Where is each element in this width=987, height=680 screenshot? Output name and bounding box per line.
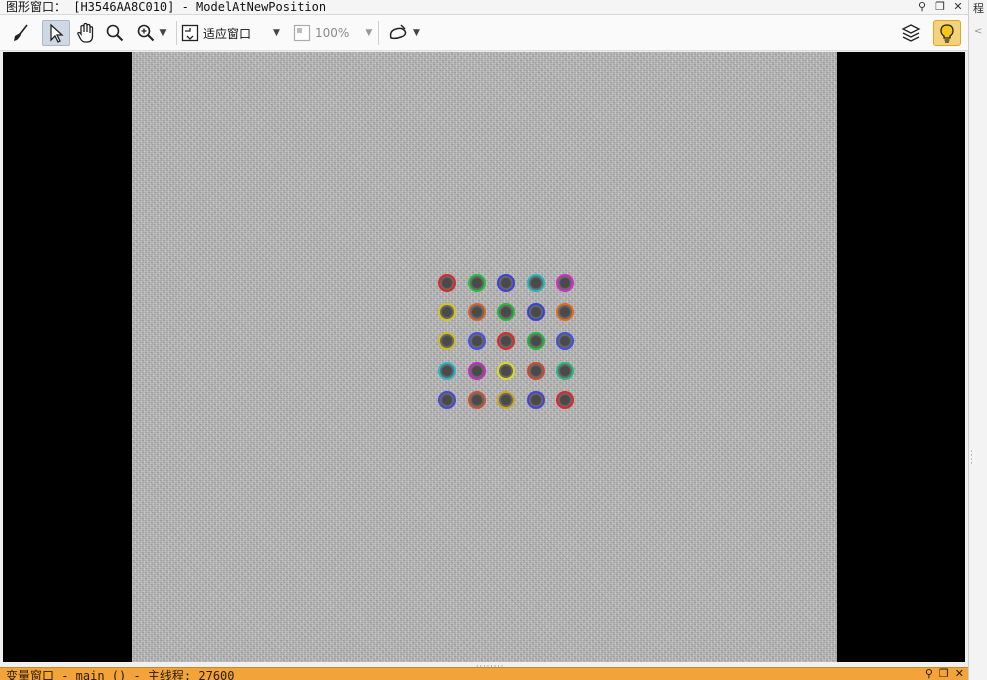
calibration-mark [526, 332, 545, 351]
magnifier-icon [106, 24, 124, 42]
float-window-icon[interactable]: ❐ [939, 668, 949, 680]
calibration-mark [556, 274, 574, 292]
graphics-window-title: 图形窗口： [H3546AA8C010] - ModelAtNewPositio… [6, 0, 327, 14]
pin-icon[interactable]: ⚲ [916, 1, 928, 13]
close-icon[interactable]: ✕ [952, 1, 964, 13]
chevron-down-icon: ▼ [273, 28, 280, 38]
fit-window-dropdown[interactable]: 适应窗口 ▼ [181, 20, 291, 46]
calibration-mark [556, 361, 574, 380]
collapse-arrow-icon[interactable]: < [974, 26, 982, 37]
draw-shape-dropdown[interactable]: ▼ [384, 20, 424, 46]
fit-window-label: 适应窗口 [203, 26, 252, 41]
zoom-level-dropdown[interactable]: 100% ▼ [293, 20, 375, 46]
calibration-mark [438, 332, 456, 351]
graphics-window-titlebar: 图形窗口： [H3546AA8C010] - ModelAtNewPositio… [0, 0, 968, 15]
calibration-mark [467, 390, 486, 409]
calibration-mark [497, 303, 515, 322]
calibration-mark [467, 332, 486, 351]
side-panel-label: 程 [973, 2, 984, 15]
calibration-mark [438, 303, 456, 322]
zoom-in-icon [137, 24, 154, 42]
chevron-down-icon: ▼ [159, 28, 167, 38]
calibration-mark [467, 303, 486, 322]
hand-icon [77, 22, 94, 43]
graphics-toolbar: ▼ 适应窗口 ▼ 100% ▼ ▼ [0, 15, 968, 51]
magnify-tool-button[interactable] [102, 20, 128, 46]
image-viewport[interactable] [3, 52, 965, 662]
calibration-mark [438, 274, 456, 292]
calibration-mark [497, 361, 515, 380]
variable-window-titlebar[interactable]: 变量窗口 - main () - 主线程: 27600 ⚲ ❐ ✕ [0, 667, 968, 680]
calibration-mark [556, 303, 574, 322]
calibration-mark-grid [132, 52, 837, 662]
calibration-mark [497, 332, 515, 351]
calibration-mark [526, 303, 545, 322]
chevron-down-icon: ▼ [365, 28, 373, 38]
side-panel-strip: 程 < · · · · [968, 0, 987, 680]
chevron-down-icon: ▼ [413, 28, 420, 38]
fit-window-icon [181, 24, 199, 42]
calibration-mark [438, 361, 456, 380]
pin-icon[interactable]: ⚲ [925, 668, 933, 680]
toolbar-divider [378, 21, 379, 45]
calibration-mark [438, 390, 456, 409]
broom-icon [14, 24, 28, 41]
calibration-mark [526, 390, 545, 409]
pan-tool-button[interactable] [73, 20, 99, 46]
calibration-mark [467, 361, 486, 380]
variable-window-title: 变量窗口 - main () - 主线程: 27600 [6, 669, 235, 680]
layers-button[interactable] [897, 20, 925, 46]
layers-icon [901, 24, 921, 42]
arrow-pointer-icon [50, 23, 64, 43]
calibration-mark [526, 361, 545, 380]
toolbar-divider [176, 21, 177, 45]
calibration-mark [556, 390, 574, 409]
calibration-mark [467, 274, 486, 292]
lightbulb-icon [940, 24, 954, 43]
title-controls: ⚲ ❐ ✕ [916, 0, 964, 14]
resize-grip-icon[interactable]: · · · · [970, 448, 973, 469]
close-icon[interactable]: ✕ [955, 668, 964, 680]
clear-button[interactable] [8, 20, 34, 46]
tips-button[interactable] [933, 20, 961, 46]
calibration-mark [556, 332, 574, 351]
select-tool-button[interactable] [42, 20, 70, 46]
variable-window-controls: ⚲ ❐ ✕ [925, 668, 964, 680]
zoom-level-value: 100% [315, 26, 350, 40]
calibration-mark [497, 274, 515, 292]
calibration-mark [526, 274, 545, 292]
zoom-level-icon [293, 24, 311, 42]
shape-draw-icon [389, 24, 407, 40]
calibration-mark [497, 390, 515, 409]
float-window-icon[interactable]: ❐ [934, 1, 946, 13]
zoom-dropdown-button[interactable]: ▼ [132, 20, 170, 46]
calibration-plate-image[interactable] [132, 52, 837, 662]
